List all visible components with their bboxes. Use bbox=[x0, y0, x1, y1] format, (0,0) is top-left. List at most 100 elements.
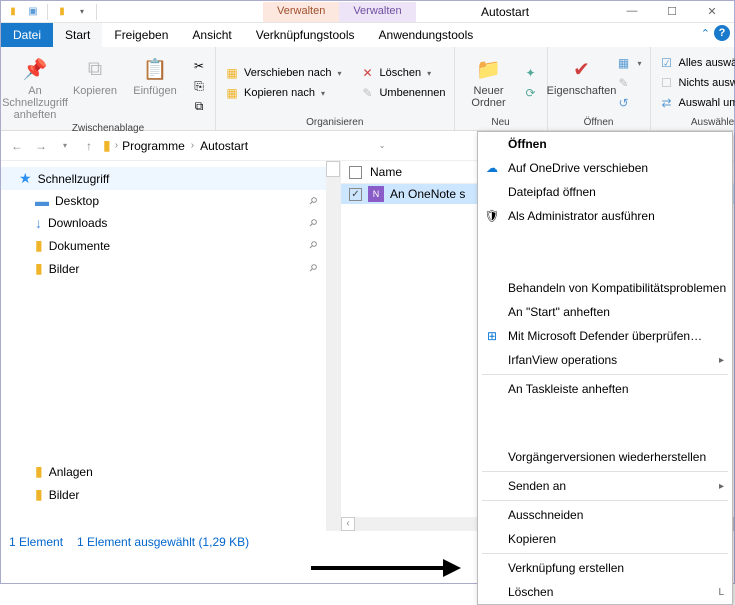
copy-icon: ⧉ bbox=[81, 55, 109, 83]
breadcrumb[interactable]: Programme › Autostart bbox=[122, 139, 248, 153]
select-all-icon: ☑ bbox=[659, 55, 675, 71]
ctx-restore[interactable]: Vorgängerversionen wiederherstellen bbox=[478, 445, 732, 469]
easy-access-button[interactable]: ⟳ bbox=[521, 84, 541, 102]
pin-icon: ⚲ bbox=[306, 262, 319, 275]
close-button[interactable]: ✕ bbox=[692, 1, 732, 21]
help-icon[interactable]: ? bbox=[714, 25, 730, 41]
up-button[interactable]: ↑ bbox=[79, 136, 99, 156]
delete-button[interactable]: ✕Löschen▾ bbox=[357, 64, 447, 82]
ctx-sendto[interactable]: Senden an▸ bbox=[478, 474, 732, 498]
breadcrumb-seg[interactable]: Autostart bbox=[200, 139, 248, 153]
folder-icon: ▮ bbox=[5, 4, 21, 20]
ctx-defender[interactable]: ⊞Mit Microsoft Defender überprüfen… bbox=[478, 324, 732, 348]
tab-apptools[interactable]: Anwendungstools bbox=[367, 23, 486, 47]
save-icon[interactable]: ▣ bbox=[25, 4, 41, 20]
ctx-openpath[interactable]: Dateipfad öffnen bbox=[478, 180, 732, 204]
tab-share[interactable]: Freigeben bbox=[102, 23, 180, 47]
ctx-compat[interactable]: Behandeln von Kompatibilitätsproblemen bbox=[478, 276, 732, 300]
invert-selection-button[interactable]: ⇄Auswahl umkehren bbox=[657, 94, 735, 112]
new-item-icon: ✦ bbox=[523, 65, 539, 81]
manage-tab-linktools[interactable]: Verwalten bbox=[263, 2, 339, 22]
defender-icon: ⊞ bbox=[484, 328, 500, 344]
down-arrow-icon[interactable]: ▾ bbox=[74, 4, 90, 20]
hotkey-hint: L bbox=[718, 587, 724, 598]
chevron-up-icon[interactable]: ⌃ bbox=[701, 27, 710, 40]
breadcrumb-seg[interactable]: Programme bbox=[122, 139, 185, 153]
properties-button[interactable]: ✔ Eigenschaften bbox=[554, 51, 610, 115]
tab-start[interactable]: Start bbox=[53, 23, 102, 47]
ctx-pinstart[interactable]: An "Start" anheften bbox=[478, 300, 732, 324]
nav-pictures[interactable]: ▮ Bilder⚲ bbox=[1, 257, 340, 280]
paste-button[interactable]: 📋 Einfügen bbox=[127, 51, 183, 121]
documents-icon: ▮ bbox=[35, 237, 43, 254]
breadcrumb-dropdown[interactable]: ⌄ bbox=[372, 136, 392, 156]
rename-button[interactable]: ✎Umbenennen bbox=[357, 84, 447, 102]
history-small-button[interactable]: ↺ bbox=[614, 94, 644, 112]
pin-quickaccess-button[interactable]: 📌 An Schnellzugriff anheften bbox=[7, 51, 63, 121]
open-small-button[interactable]: ▦▾ bbox=[614, 54, 644, 72]
minimize-button[interactable]: — bbox=[612, 1, 652, 21]
row-checkbox[interactable]: ✓ bbox=[349, 188, 362, 201]
history-icon: ↺ bbox=[616, 95, 632, 111]
tab-linktools[interactable]: Verknüpfungstools bbox=[244, 23, 367, 47]
tab-view[interactable]: Ansicht bbox=[180, 23, 243, 47]
paste-icon: 📋 bbox=[141, 55, 169, 83]
path-icon: ⎘ bbox=[191, 78, 207, 94]
new-folder-button[interactable]: 📁 Neuer Ordner bbox=[461, 51, 517, 115]
nav-downloads[interactable]: ↓ Downloads⚲ bbox=[1, 212, 340, 234]
folder-move-icon: ▦ bbox=[224, 65, 240, 81]
status-selected: 1 Element ausgewählt (1,29 KB) bbox=[77, 535, 249, 549]
nav-attachments[interactable]: ▮ Anlagen bbox=[1, 460, 340, 483]
maximize-button[interactable]: ☐ bbox=[652, 1, 692, 21]
folder-icon: ▮ bbox=[35, 486, 43, 503]
context-menu: Öffnen ☁Auf OneDrive verschieben Dateipf… bbox=[477, 131, 733, 605]
folder-icon: ▮ bbox=[103, 137, 111, 154]
ctx-runadmin[interactable]: 🛡Als Administrator ausführen bbox=[478, 204, 732, 228]
select-none-button[interactable]: ☐Nichts auswählen bbox=[657, 74, 735, 92]
nav-pictures2[interactable]: ▮ Bilder bbox=[1, 483, 340, 506]
cut-small-button[interactable]: ✂ bbox=[189, 57, 209, 75]
nav-documents[interactable]: ▮ Dokumente⚲ bbox=[1, 234, 340, 257]
forward-button[interactable]: → bbox=[31, 136, 51, 156]
pasteshortcut-small-button[interactable]: ⧉ bbox=[189, 97, 209, 115]
ctx-copy[interactable]: Kopieren bbox=[478, 527, 732, 551]
star-icon: ★ bbox=[19, 170, 32, 187]
manage-tab-apptools[interactable]: Verwalten bbox=[339, 2, 415, 22]
submenu-arrow-icon: ▸ bbox=[719, 355, 724, 366]
nav-quickaccess[interactable]: ★ Schnellzugriff bbox=[1, 167, 340, 190]
select-all-button[interactable]: ☑Alles auswählen bbox=[657, 54, 735, 72]
column-name[interactable]: Name bbox=[370, 165, 402, 179]
copy-button[interactable]: ⧉ Kopieren bbox=[67, 51, 123, 121]
ribbon-group-select: ☑Alles auswählen ☐Nichts auswählen ⇄Ausw… bbox=[651, 47, 735, 130]
tab-file[interactable]: Datei bbox=[1, 23, 53, 47]
desktop-icon: ▬ bbox=[35, 193, 49, 209]
pin-icon: ⚲ bbox=[306, 195, 319, 208]
file-name: An OneNote s bbox=[390, 187, 465, 201]
navigation-pane: ★ Schnellzugriff ▬ Desktop⚲ ↓ Downloads⚲… bbox=[1, 161, 341, 531]
back-button[interactable]: ← bbox=[7, 136, 27, 156]
select-all-checkbox[interactable] bbox=[349, 166, 362, 179]
move-to-button[interactable]: ▦Verschieben nach▾ bbox=[222, 64, 343, 82]
copy-to-button[interactable]: ▦Kopieren nach▾ bbox=[222, 84, 343, 102]
ctx-onedrive[interactable]: ☁Auf OneDrive verschieben bbox=[478, 156, 732, 180]
copypath-small-button[interactable]: ⎘ bbox=[189, 77, 209, 95]
delete-x-icon: ✕ bbox=[359, 65, 375, 81]
ctx-pintask[interactable]: An Taskleiste anheften bbox=[478, 377, 732, 401]
folder-icon: ▮ bbox=[35, 463, 43, 480]
quick-access-toolbar: ▮ ▣ ▮ ▾ bbox=[1, 4, 103, 20]
downloads-icon: ↓ bbox=[35, 215, 42, 231]
nav-desktop[interactable]: ▬ Desktop⚲ bbox=[1, 190, 340, 212]
nav-scrollbar[interactable] bbox=[326, 161, 340, 531]
ctx-cut[interactable]: Ausschneiden bbox=[478, 503, 732, 527]
ctx-shortcut[interactable]: Verknüpfung erstellen bbox=[478, 556, 732, 580]
ctx-irfanview[interactable]: IrfanView operations▸ bbox=[478, 348, 732, 372]
invert-icon: ⇄ bbox=[659, 95, 675, 111]
window-title: Autostart bbox=[481, 5, 529, 19]
edit-small-button[interactable]: ✎ bbox=[614, 74, 644, 92]
pin-icon: 📌 bbox=[21, 55, 49, 83]
ctx-open[interactable]: Öffnen bbox=[478, 132, 732, 156]
new-item-button[interactable]: ✦ bbox=[521, 64, 541, 82]
recent-dropdown[interactable]: ▾ bbox=[55, 136, 75, 156]
ribbon-group-organize: ▦Verschieben nach▾ ▦Kopieren nach▾ ✕Lösc… bbox=[216, 47, 455, 130]
checkmark-icon: ✔ bbox=[568, 55, 596, 83]
